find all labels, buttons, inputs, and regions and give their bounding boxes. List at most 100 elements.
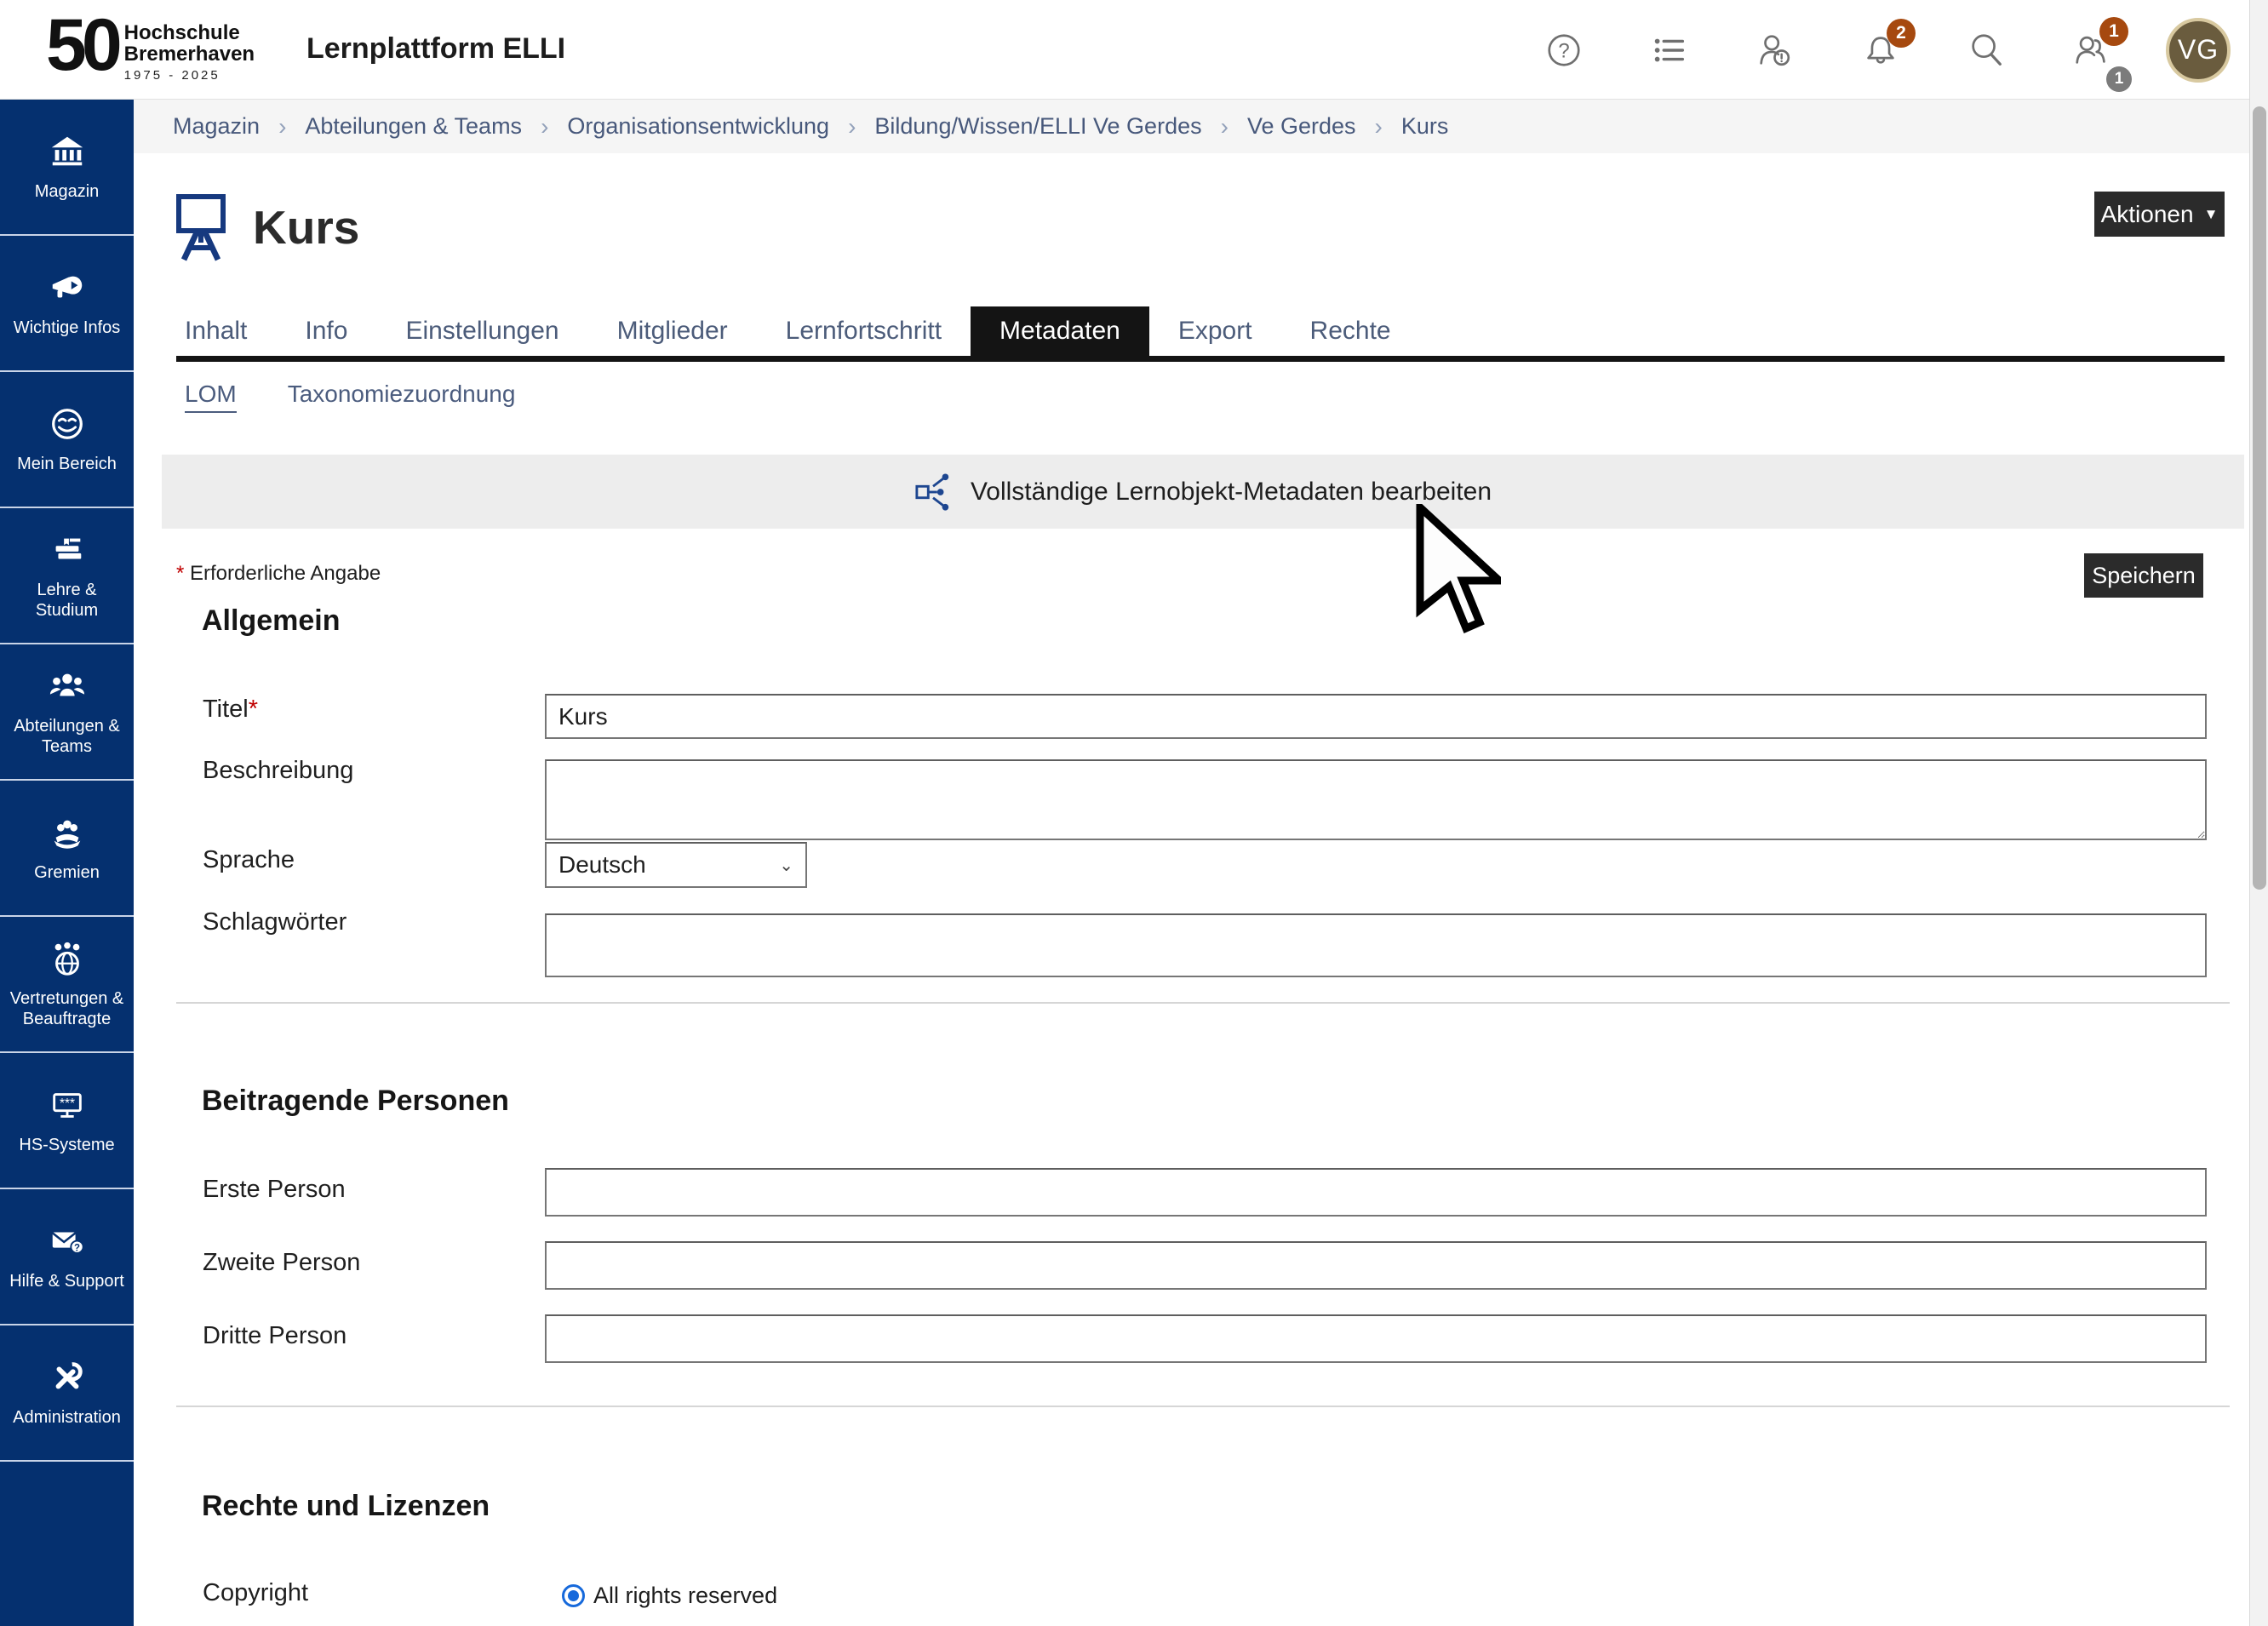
contacts-icon[interactable]: 1 1	[2072, 31, 2111, 70]
language-select[interactable]: Deutsch ⌄	[545, 842, 807, 888]
who-is-online-icon[interactable]	[1755, 31, 1795, 70]
page-title: Kurs	[253, 200, 359, 255]
logo-years: 1975 - 2025	[124, 68, 255, 83]
dritte-person-input[interactable]	[545, 1314, 2207, 1363]
copyright-radio-label: All rights reserved	[593, 1583, 777, 1609]
breadcrumb: Magazin › Abteilungen & Teams › Organisa…	[134, 100, 2249, 153]
field-label-zweite-person: Zweite Person	[203, 1249, 360, 1277]
logo-50-number: 50	[46, 9, 117, 82]
tab-mitglieder[interactable]: Mitglieder	[588, 306, 757, 356]
schlagwoerter-input[interactable]	[545, 913, 2207, 977]
main-sidebar: Magazin Wichtige Infos Mein Bereich Lehr…	[0, 100, 134, 1626]
globe-people-icon	[48, 939, 87, 978]
monitor-password-icon: ***	[48, 1085, 87, 1125]
breadcrumb-item[interactable]: Organisationsentwicklung	[567, 113, 829, 140]
svg-text:?: ?	[73, 1244, 79, 1254]
field-label-titel: Titel*	[203, 696, 258, 724]
sidebar-item-gremien[interactable]: Gremien	[0, 781, 134, 917]
smiley-icon	[48, 404, 87, 444]
people-group-icon	[48, 667, 87, 706]
logo-line2: Bremerhaven	[124, 43, 255, 65]
subtab-taxonomiezuordnung[interactable]: Taxonomiezuordnung	[288, 381, 516, 413]
mail-question-icon: ?	[48, 1222, 87, 1261]
sidebar-item-hilfe-support[interactable]: ? Hilfe & Support	[0, 1189, 134, 1325]
breadcrumb-item-current[interactable]: Kurs	[1401, 113, 1449, 140]
megaphone-icon	[48, 268, 87, 307]
list-icon[interactable]	[1650, 31, 1689, 70]
breadcrumb-item[interactable]: Magazin	[173, 113, 260, 140]
logo-line1: Hochschule	[124, 22, 255, 43]
field-label-dritte-person: Dritte Person	[203, 1322, 346, 1350]
erste-person-input[interactable]	[545, 1168, 2207, 1217]
books-icon	[48, 530, 87, 570]
section-divider	[176, 1406, 2230, 1407]
sidebar-item-wichtige-infos[interactable]: Wichtige Infos	[0, 236, 134, 372]
save-button[interactable]: Speichern	[2084, 553, 2203, 598]
tab-export[interactable]: Export	[1149, 306, 1281, 356]
bell-icon[interactable]: 2	[1861, 31, 1900, 70]
caret-down-icon: ▼	[2204, 207, 2219, 221]
notifications-badge: 2	[1887, 19, 1916, 48]
copyright-radio-row: All rights reserved	[562, 1583, 777, 1609]
breadcrumb-item[interactable]: Ve Gerdes	[1247, 113, 1356, 140]
breadcrumb-item[interactable]: Bildung/Wissen/ELLI Ve Gerdes	[874, 113, 1201, 140]
tab-metadaten[interactable]: Metadaten	[971, 306, 1149, 356]
field-label-copyright: Copyright	[203, 1579, 308, 1607]
breadcrumb-separator: ›	[848, 113, 856, 140]
tab-bar: Inhalt Info Einstellungen Mitglieder Ler…	[176, 306, 2225, 362]
banner-label: Vollständige Lernobjekt-Metadaten bearbe…	[971, 478, 1492, 507]
field-label-beschreibung: Beschreibung	[203, 757, 353, 785]
zweite-person-input[interactable]	[545, 1241, 2207, 1290]
people-in-hand-icon	[48, 813, 87, 852]
contacts-count-badge: 1	[2106, 66, 2132, 92]
section-title-rechte: Rechte und Lizenzen	[202, 1490, 490, 1523]
breadcrumb-separator: ›	[541, 113, 548, 140]
sidebar-item-lehre-studium[interactable]: Lehre & Studium	[0, 508, 134, 644]
titel-input[interactable]	[545, 694, 2207, 739]
section-divider	[176, 1002, 2230, 1004]
subtab-bar: LOM Taxonomiezuordnung	[185, 381, 515, 413]
tab-inhalt[interactable]: Inhalt	[176, 306, 276, 356]
subtab-lom[interactable]: LOM	[185, 381, 237, 413]
sidebar-item-magazin[interactable]: Magazin	[0, 100, 134, 236]
search-icon[interactable]	[1967, 31, 2006, 70]
contact-requests-badge: 1	[2099, 17, 2128, 46]
main-content: Magazin › Abteilungen & Teams › Organisa…	[134, 100, 2249, 1626]
actions-button[interactable]: Aktionen ▼	[2094, 192, 2225, 237]
sidebar-item-abteilungen-teams[interactable]: Abteilungen & Teams	[0, 644, 134, 781]
section-title-allgemein: Allgemein	[202, 604, 340, 638]
scrollbar-thumb[interactable]	[2253, 106, 2266, 890]
svg-text:?: ?	[1558, 39, 1569, 62]
tab-rechte[interactable]: Rechte	[1281, 306, 1420, 356]
bank-icon	[48, 132, 87, 171]
sidebar-item-hs-systeme[interactable]: *** HS-Systeme	[0, 1053, 134, 1189]
edit-full-metadata-banner[interactable]: Vollständige Lernobjekt-Metadaten bearbe…	[162, 455, 2244, 529]
tab-einstellungen[interactable]: Einstellungen	[376, 306, 587, 356]
breadcrumb-separator: ›	[278, 113, 286, 140]
svg-text:***: ***	[60, 1096, 75, 1111]
tab-lernfortschritt[interactable]: Lernfortschritt	[757, 306, 971, 356]
app-title: Lernplattform ELLI	[306, 32, 565, 66]
field-label-schlagwoerter: Schlagwörter	[203, 908, 346, 936]
chevron-down-icon: ⌄	[779, 855, 793, 876]
course-easel-icon	[174, 192, 228, 267]
copyright-radio[interactable]	[562, 1584, 585, 1607]
breadcrumb-item[interactable]: Abteilungen & Teams	[305, 113, 522, 140]
tools-icon	[48, 1358, 87, 1397]
beschreibung-textarea[interactable]	[545, 759, 2207, 840]
sidebar-item-administration[interactable]: Administration	[0, 1325, 134, 1462]
scrollbar	[2249, 0, 2268, 1626]
breadcrumb-separator: ›	[1221, 113, 1228, 140]
avatar[interactable]: VG	[2166, 18, 2231, 83]
section-title-beitragende: Beitragende Personen	[202, 1085, 509, 1118]
tab-info[interactable]: Info	[276, 306, 376, 356]
sidebar-item-vertretungen[interactable]: Vertretungen & Beauftragte	[0, 917, 134, 1053]
top-header: 50 Hochschule Bremerhaven 1975 - 2025 Le…	[0, 0, 2268, 100]
breadcrumb-separator: ›	[1375, 113, 1383, 140]
required-note: * Erforderliche Angabe	[176, 562, 381, 586]
field-label-sprache: Sprache	[203, 846, 295, 874]
help-icon[interactable]: ?	[1544, 31, 1584, 70]
sidebar-item-mein-bereich[interactable]: Mein Bereich	[0, 372, 134, 508]
share-hierarchy-icon	[914, 472, 954, 512]
field-label-erste-person: Erste Person	[203, 1176, 346, 1204]
